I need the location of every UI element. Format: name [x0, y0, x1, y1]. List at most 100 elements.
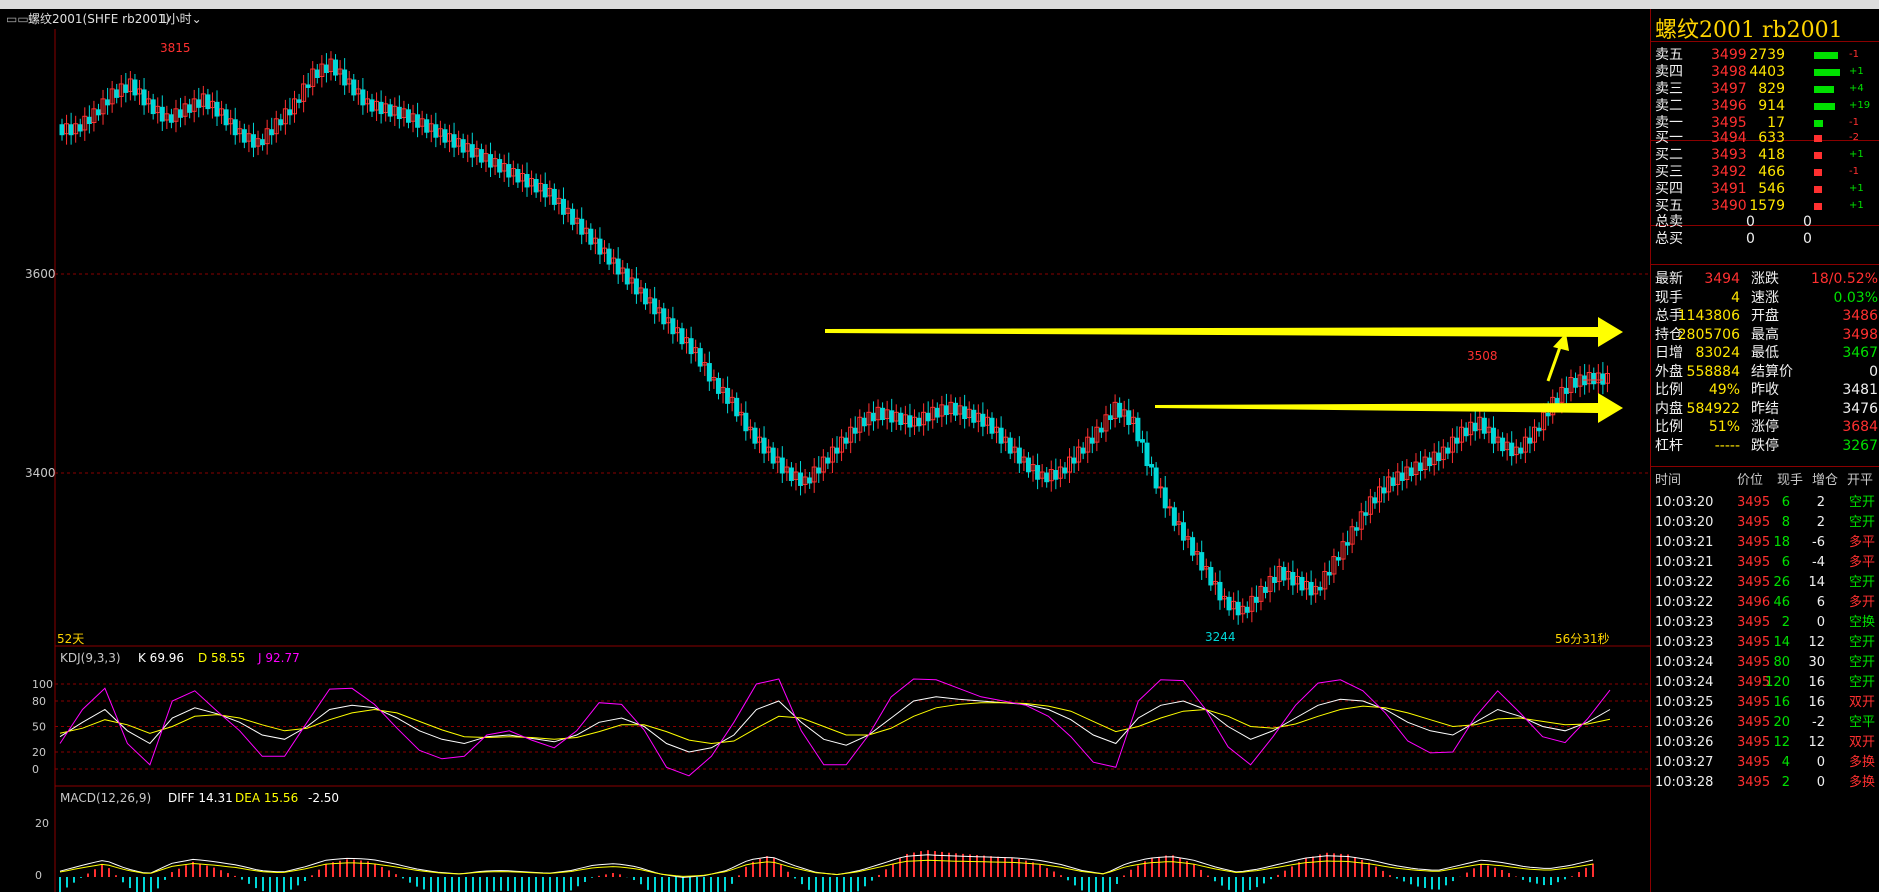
stat-value: 3494 [1704, 271, 1740, 287]
stat-value: ----- [1714, 437, 1740, 454]
tick-volume: 12 [1773, 735, 1790, 750]
tick-type: 空开 [1849, 635, 1876, 650]
tick-oi: 12 [1808, 635, 1825, 650]
tick-row: 10:03:21 3495 6 -4 多平 [1651, 553, 1879, 573]
divider [1651, 41, 1879, 42]
tick-row: 10:03:20 3495 6 2 空开 [1651, 493, 1879, 513]
stat-value-2: 3481 [1842, 382, 1878, 398]
tick-oi: 16 [1808, 675, 1825, 690]
macd-dea-value: DEA 15.56 [235, 791, 298, 805]
tick-volume: 4 [1781, 755, 1790, 770]
tick-type: 多换 [1849, 755, 1876, 770]
kdj-k-value: K 69.96 [138, 651, 184, 665]
instrument-tab[interactable]: 螺纹2001(SHFE rb2001) [28, 9, 170, 29]
ticks-header: 时间 价位 现手 增仓 开平 [1651, 471, 1879, 491]
tick-oi: 12 [1808, 735, 1825, 750]
stat-label: 最新 [1655, 271, 1683, 287]
kdj-tick: 80 [32, 695, 46, 708]
volume-bar [1814, 135, 1822, 142]
tick-oi: 0 [1816, 755, 1825, 770]
stat-label-2: 涨停 [1751, 419, 1779, 435]
stat-row: 杠杆 ----- 跌停 3267 [1651, 436, 1879, 456]
tick-price: 3495 [1737, 695, 1771, 710]
tick-price: 3495 [1737, 715, 1771, 730]
stat-label: 杠杆 [1655, 437, 1683, 454]
stat-value: 49% [1708, 382, 1740, 398]
tick-price: 3495 [1737, 635, 1771, 650]
stat-value-2: 3486 [1842, 308, 1878, 324]
tick-volume: 14 [1773, 635, 1790, 650]
tick-row: 10:03:24 3495 80 30 空开 [1651, 653, 1879, 673]
tick-oi: 0 [1816, 775, 1825, 790]
stat-value-2: 18/0.52% [1810, 271, 1878, 287]
y-tick-3600: 3600 [25, 267, 56, 281]
tick-price: 3495 [1737, 755, 1771, 770]
tick-time: 10:03:27 [1655, 755, 1714, 770]
macd-name[interactable]: MACD(12,26,9) [60, 791, 151, 805]
period-selector[interactable]: 1小时⌄ [160, 9, 202, 29]
chart-area[interactable]: 3600 3400 3815 3244 3508 52天 56分31秒 KDJ(… [0, 29, 1650, 892]
high-label: 3815 [160, 41, 191, 55]
tick-volume: 18 [1773, 535, 1790, 550]
stat-value: 4 [1731, 289, 1740, 306]
low-label: 3244 [1205, 630, 1236, 644]
stat-label-2: 最低 [1751, 345, 1779, 361]
stat-row: 持仓 2805706 最高 3498 [1651, 325, 1879, 345]
tick-price: 3495 [1737, 655, 1771, 670]
kdj-tick: 0 [32, 763, 39, 776]
tick-type: 多开 [1849, 595, 1876, 610]
stat-label-2[interactable]: 结算价 [1751, 362, 1793, 382]
macd-tick-0: 0 [35, 869, 42, 882]
tick-type: 双开 [1849, 735, 1876, 750]
tick-type: 空开 [1849, 515, 1876, 530]
total-row: 总买 0 0 [1651, 229, 1879, 249]
stat-label-2: 速涨 [1751, 289, 1779, 306]
tick-time: 10:03:22 [1655, 575, 1714, 590]
tick-row: 10:03:28 3495 2 0 多换 [1651, 773, 1879, 793]
tick-time: 10:03:22 [1655, 595, 1714, 610]
stat-label-2: 涨跌 [1751, 271, 1779, 287]
tick-type: 空开 [1849, 495, 1876, 510]
tick-time: 10:03:21 [1655, 555, 1714, 570]
stat-label-2: 昨结 [1751, 400, 1779, 417]
tick-volume: 2 [1781, 615, 1790, 630]
tick-volume: 26 [1773, 575, 1790, 590]
tick-oi: 2 [1816, 515, 1825, 530]
divider [1651, 466, 1879, 467]
chart-grip-icon[interactable]: ▭▭ [6, 9, 29, 29]
tick-price: 3495 [1737, 735, 1771, 750]
tick-row: 10:03:22 3495 26 14 空开 [1651, 573, 1879, 593]
macd-diff-value: DIFF 14.31 [168, 791, 233, 805]
tick-type: 空开 [1849, 655, 1876, 670]
tick-oi: 16 [1808, 695, 1825, 710]
stat-label-2: 开盘 [1751, 308, 1779, 324]
ticks-col-time: 时间 [1655, 473, 1682, 488]
tick-volume: 20 [1773, 715, 1790, 730]
chevron-down-icon: ⌄ [191, 12, 202, 26]
tick-price: 3495 [1737, 775, 1771, 790]
tick-volume: 2 [1781, 775, 1790, 790]
tick-volume: 16 [1773, 695, 1790, 710]
volume-bar [1814, 103, 1835, 110]
kdj-name[interactable]: KDJ(9,3,3) [60, 651, 121, 665]
tick-time: 10:03:20 [1655, 515, 1714, 530]
stat-value: 558884 [1686, 363, 1740, 380]
tick-type: 空开 [1849, 675, 1876, 690]
divider [1651, 264, 1879, 265]
tick-oi: 2 [1816, 495, 1825, 510]
volume-bar [1814, 120, 1823, 127]
macd-value: -2.50 [308, 791, 339, 805]
y-tick-3400: 3400 [25, 466, 56, 480]
stat-value-2: 0 [1869, 363, 1878, 380]
tick-price: 3495 [1737, 615, 1771, 630]
total-label: 总买 [1655, 231, 1683, 247]
tick-type: 多平 [1849, 555, 1876, 570]
tick-volume: 46 [1773, 595, 1790, 610]
total-value-b: 0 [1803, 231, 1812, 247]
tick-row: 10:03:23 3495 2 0 空换 [1651, 613, 1879, 633]
tick-volume: 120 [1765, 675, 1790, 690]
kdj-tick: 100 [32, 678, 53, 691]
tick-oi: 0 [1816, 615, 1825, 630]
tick-time: 10:03:25 [1655, 695, 1714, 710]
tick-type: 多平 [1849, 535, 1876, 550]
